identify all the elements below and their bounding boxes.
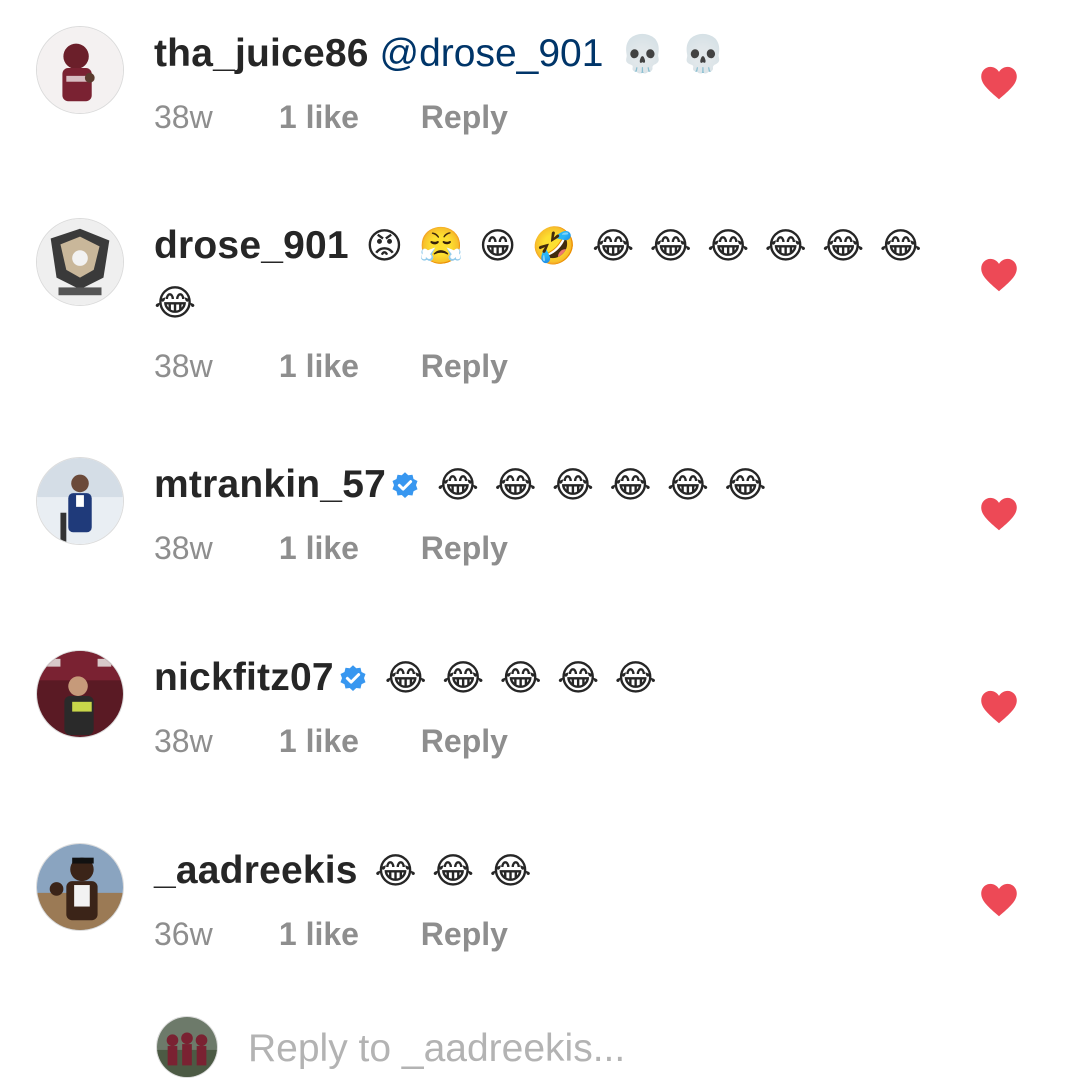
comments-page: tha_juice86 @drose_901 💀 💀 38w 1 like Re… bbox=[0, 0, 1080, 1080]
reply-input[interactable] bbox=[246, 1022, 1010, 1076]
comment-text: 😂 😂 😂 😂 😂 bbox=[384, 658, 659, 699]
avatar[interactable] bbox=[36, 843, 124, 931]
avatar[interactable] bbox=[36, 650, 124, 738]
reply-button[interactable]: Reply bbox=[421, 528, 508, 568]
heart-icon[interactable] bbox=[980, 66, 1018, 100]
current-user-avatar bbox=[156, 1016, 218, 1078]
comment-time: 38w bbox=[154, 99, 213, 135]
heart-icon[interactable] bbox=[980, 497, 1018, 531]
comment-time: 38w bbox=[154, 348, 213, 384]
comment-likes[interactable]: 1 like bbox=[279, 346, 412, 386]
comment-meta: 38w 1 like Reply bbox=[154, 528, 934, 568]
comment-time: 36w bbox=[154, 916, 213, 952]
comment-text: 😂 😂 😂 😂 😂 😂 bbox=[436, 465, 769, 506]
reply-button[interactable]: Reply bbox=[421, 721, 508, 761]
comment-username[interactable]: nickfitz07 bbox=[154, 656, 334, 699]
reply-button[interactable]: Reply bbox=[421, 914, 508, 954]
comment-meta: 36w 1 like Reply bbox=[154, 914, 934, 954]
comment-body: _aadreekis 😂 😂 😂 36w 1 like Reply bbox=[154, 843, 934, 954]
verified-badge-icon bbox=[340, 665, 366, 691]
reply-composer bbox=[156, 1016, 1036, 1080]
comment-likes[interactable]: 1 like bbox=[279, 914, 412, 954]
comment-text: 😂 😂 😂 bbox=[374, 851, 534, 892]
comment-mention[interactable]: @drose_901 bbox=[380, 32, 604, 75]
comment-body: tha_juice86 @drose_901 💀 💀 38w 1 like Re… bbox=[154, 26, 934, 137]
comment-meta: 38w 1 like Reply bbox=[154, 346, 934, 386]
comment-body: drose_901 😡 😤 😁 🤣 😂 😂 😂 😂 😂 😂 😂 38w 1 li… bbox=[154, 218, 934, 386]
verified-badge-icon bbox=[392, 472, 418, 498]
comment-body: nickfitz07 😂 😂 😂 😂 😂 38w 1 like Reply bbox=[154, 650, 934, 761]
reply-button[interactable]: Reply bbox=[421, 97, 508, 137]
comment-likes[interactable]: 1 like bbox=[279, 528, 412, 568]
comment-body: mtrankin_57 😂 😂 😂 😂 😂 😂 38w 1 like Reply bbox=[154, 457, 934, 568]
comment-likes[interactable]: 1 like bbox=[279, 97, 412, 137]
comment-meta: 38w 1 like Reply bbox=[154, 97, 934, 137]
comment-meta: 38w 1 like Reply bbox=[154, 721, 934, 761]
comment-time: 38w bbox=[154, 530, 213, 566]
comment-username[interactable]: tha_juice86 bbox=[154, 32, 369, 75]
reply-button[interactable]: Reply bbox=[421, 346, 508, 386]
avatar[interactable] bbox=[36, 26, 124, 114]
comment-username[interactable]: drose_901 bbox=[154, 224, 349, 267]
avatar[interactable] bbox=[36, 457, 124, 545]
heart-icon[interactable] bbox=[980, 690, 1018, 724]
comment-username[interactable]: _aadreekis bbox=[154, 849, 358, 892]
avatar[interactable] bbox=[36, 218, 124, 306]
heart-icon[interactable] bbox=[980, 258, 1018, 292]
comment-likes[interactable]: 1 like bbox=[279, 721, 412, 761]
comment-time: 38w bbox=[154, 723, 213, 759]
comment-text: 💀 💀 bbox=[620, 34, 728, 75]
heart-icon[interactable] bbox=[980, 883, 1018, 917]
comment-username[interactable]: mtrankin_57 bbox=[154, 463, 386, 506]
